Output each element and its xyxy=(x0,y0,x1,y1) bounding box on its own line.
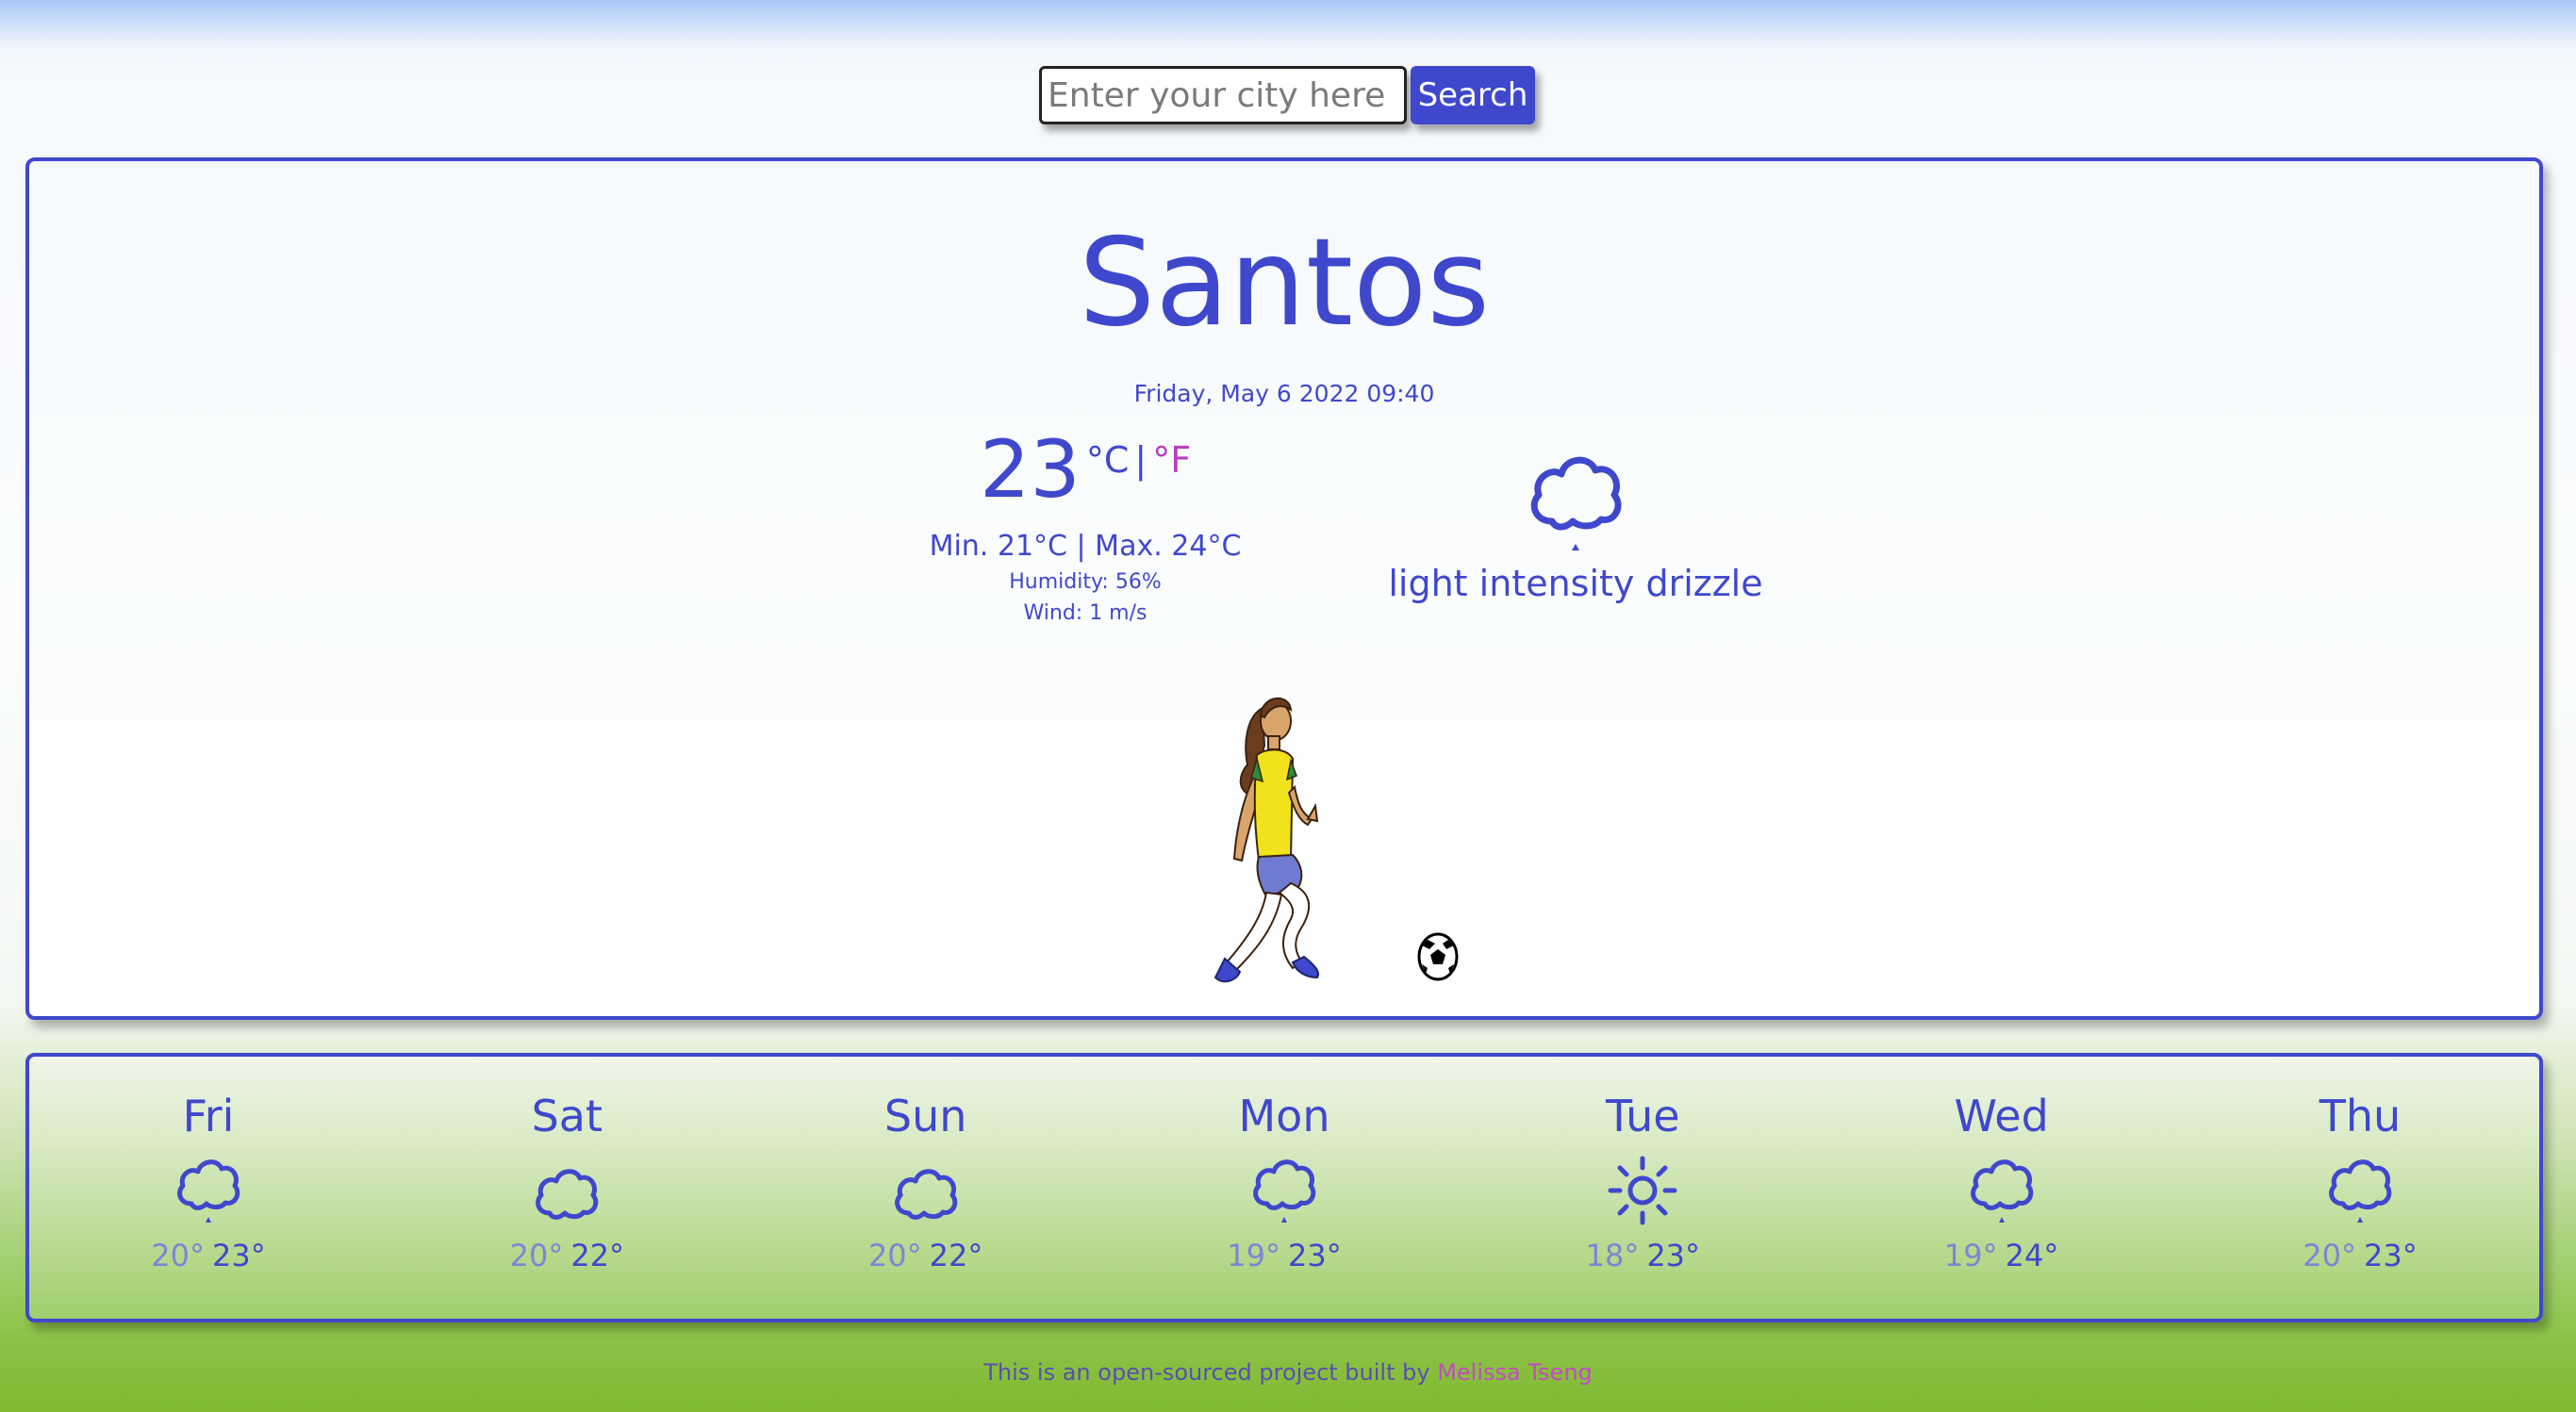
forecast-day-name: Fri xyxy=(182,1091,235,1141)
drizzle-cloud-icon xyxy=(177,1159,240,1223)
forecast-temps: 20° 23° xyxy=(2266,1238,2454,1273)
forecast-day-name: Wed xyxy=(1954,1091,2049,1141)
forecast-day-name: Thu xyxy=(2319,1091,2402,1141)
soccer-ball-icon xyxy=(1417,932,1459,981)
forecast-max: 23° xyxy=(2363,1238,2418,1273)
drizzle-cloud-icon xyxy=(1970,1159,2033,1223)
forecast-day-name: Sun xyxy=(883,1091,967,1141)
current-weather-card: Santos Friday, May 6 2022 09:40 23 °C | °F… xyxy=(25,157,2543,1020)
forecast-day: Thu 20° 23° xyxy=(2266,1094,2454,1273)
forecast-temps: 19° 23° xyxy=(1190,1238,1379,1273)
search-form: Search xyxy=(1039,66,1535,124)
soccer-player-illustration xyxy=(1214,697,1319,983)
forecast-min: 20° xyxy=(2303,1238,2356,1273)
forecast-day: Wed 19° 24° xyxy=(1907,1094,2096,1273)
forecast-max: 23° xyxy=(212,1238,266,1273)
forecast-day: Mon 19° 23° xyxy=(1190,1094,1379,1273)
current-temperature: 23 xyxy=(979,423,1081,516)
cloud-icon xyxy=(536,1169,599,1220)
date-time: Friday, May 6 2022 09:40 xyxy=(1133,380,1435,407)
drizzle-cloud-icon xyxy=(1530,456,1622,550)
wind-speed: Wind: 1 m/s xyxy=(1023,601,1148,625)
author-link[interactable]: Melissa Tseng xyxy=(1437,1359,1593,1386)
min-max-temperature: Min. 21°C | Max. 24°C xyxy=(929,530,1242,563)
forecast-day-name: Sat xyxy=(531,1091,603,1141)
footer-text: This is an open-sourced project built by xyxy=(983,1359,1430,1386)
forecast-max: 22° xyxy=(570,1238,625,1273)
forecast-day: Tue 18° 23° xyxy=(1548,1094,1737,1273)
forecast-min: 20° xyxy=(151,1238,205,1273)
drizzle-cloud-icon xyxy=(2329,1159,2392,1223)
unit-toggle: °C | °F xyxy=(1086,439,1191,481)
temperature-block: 23 °C | °F Min. 21°C | Max. 24°C Humidity:… xyxy=(850,430,1321,625)
drizzle-cloud-icon xyxy=(1253,1159,1316,1223)
unit-separator: | xyxy=(1134,439,1148,481)
forecast-min: 19° xyxy=(1943,1238,1998,1273)
forecast-temps: 19° 24° xyxy=(1907,1238,2096,1273)
condition-block: light intensity drizzle xyxy=(1293,444,1858,604)
forecast-min: 19° xyxy=(1227,1238,1280,1273)
forecast-day: Sun 20° 22° xyxy=(832,1094,1020,1273)
humidity: Humidity: 56% xyxy=(1009,570,1162,594)
forecast-row: Fri 20° 23° Sat 20° 22° Sun 20° 22° Mon … xyxy=(29,1057,2539,1273)
city-name: Santos xyxy=(1079,213,1490,353)
forecast-min: 20° xyxy=(867,1238,922,1273)
forecast-day: Sat 20° 22° xyxy=(472,1094,661,1273)
condition-description: light intensity drizzle xyxy=(1388,563,1763,604)
footer: This is an open-sourced project built by… xyxy=(0,1359,2576,1386)
forecast-day-name: Mon xyxy=(1238,1091,1330,1141)
temperature-line: 23 °C | °F xyxy=(850,430,1321,509)
sun-icon xyxy=(1608,1156,1677,1225)
forecast-temps: 20° 22° xyxy=(832,1238,1020,1273)
cloud-icon xyxy=(894,1169,957,1220)
forecast-temps: 20° 22° xyxy=(472,1238,661,1273)
celsius-link[interactable]: °C xyxy=(1086,439,1130,481)
forecast-max: 23° xyxy=(1646,1238,1701,1273)
forecast-max: 22° xyxy=(929,1238,983,1273)
forecast-day: Fri 20° 23° xyxy=(114,1094,303,1273)
search-button[interactable]: Search xyxy=(1411,66,1535,124)
fahrenheit-link[interactable]: °F xyxy=(1152,439,1191,481)
forecast-max: 24° xyxy=(2005,1238,2059,1273)
forecast-min: 18° xyxy=(1585,1238,1640,1273)
forecast-temps: 20° 23° xyxy=(114,1238,303,1273)
forecast-temps: 18° 23° xyxy=(1548,1238,1737,1273)
forecast-max: 23° xyxy=(1287,1238,1342,1273)
forecast-min: 20° xyxy=(509,1238,564,1273)
forecast-card: Fri 20° 23° Sat 20° 22° Sun 20° 22° Mon … xyxy=(25,1053,2543,1322)
search-input[interactable] xyxy=(1039,66,1407,124)
forecast-day-name: Tue xyxy=(1606,1091,1680,1141)
